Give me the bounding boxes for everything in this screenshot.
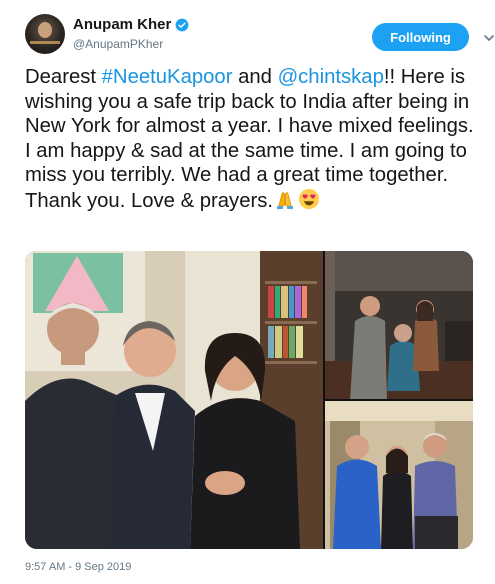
following-button[interactable]: Following xyxy=(372,23,469,51)
avatar-face xyxy=(38,22,52,38)
verified-badge-icon xyxy=(175,18,189,31)
photo-three-people-indoor[interactable] xyxy=(25,251,323,549)
tweet-text: Dearest #NeetuKapoor and @chintskap!! He… xyxy=(25,65,480,214)
photo-three-people-indoor-image xyxy=(25,251,323,549)
photo-three-people-standing-image xyxy=(325,401,473,549)
author-display-name[interactable]: Anupam Kher xyxy=(73,16,171,33)
tweet-timestamp[interactable]: 9:57 AM - 9 Sep 2019 xyxy=(25,561,131,573)
hashtag-link[interactable]: #NeetuKapoor xyxy=(102,66,233,88)
photo-three-people-restaurant[interactable] xyxy=(325,251,473,399)
author-handle[interactable]: @AnupamPKher xyxy=(73,37,189,51)
tweet-text-segment: Dearest xyxy=(25,66,102,88)
media-grid xyxy=(25,251,473,549)
author-name-block: Anupam Kher @AnupamPKher xyxy=(73,16,189,51)
photo-three-people-standing[interactable] xyxy=(325,401,473,549)
heart-eyes-emoji-icon xyxy=(298,188,320,210)
tweet-header: Anupam Kher @AnupamPKher Following xyxy=(25,14,494,54)
tweet-text-segment: and xyxy=(232,66,278,88)
mention-link[interactable]: @chintskap xyxy=(278,66,384,88)
folded-hands-emoji-icon xyxy=(277,192,294,210)
avatar-caption-bar xyxy=(30,41,60,44)
chevron-down-icon[interactable] xyxy=(483,32,495,44)
author-avatar[interactable] xyxy=(25,14,65,54)
author-display-name-row[interactable]: Anupam Kher xyxy=(73,16,189,33)
photo-three-people-restaurant-image xyxy=(325,251,473,399)
